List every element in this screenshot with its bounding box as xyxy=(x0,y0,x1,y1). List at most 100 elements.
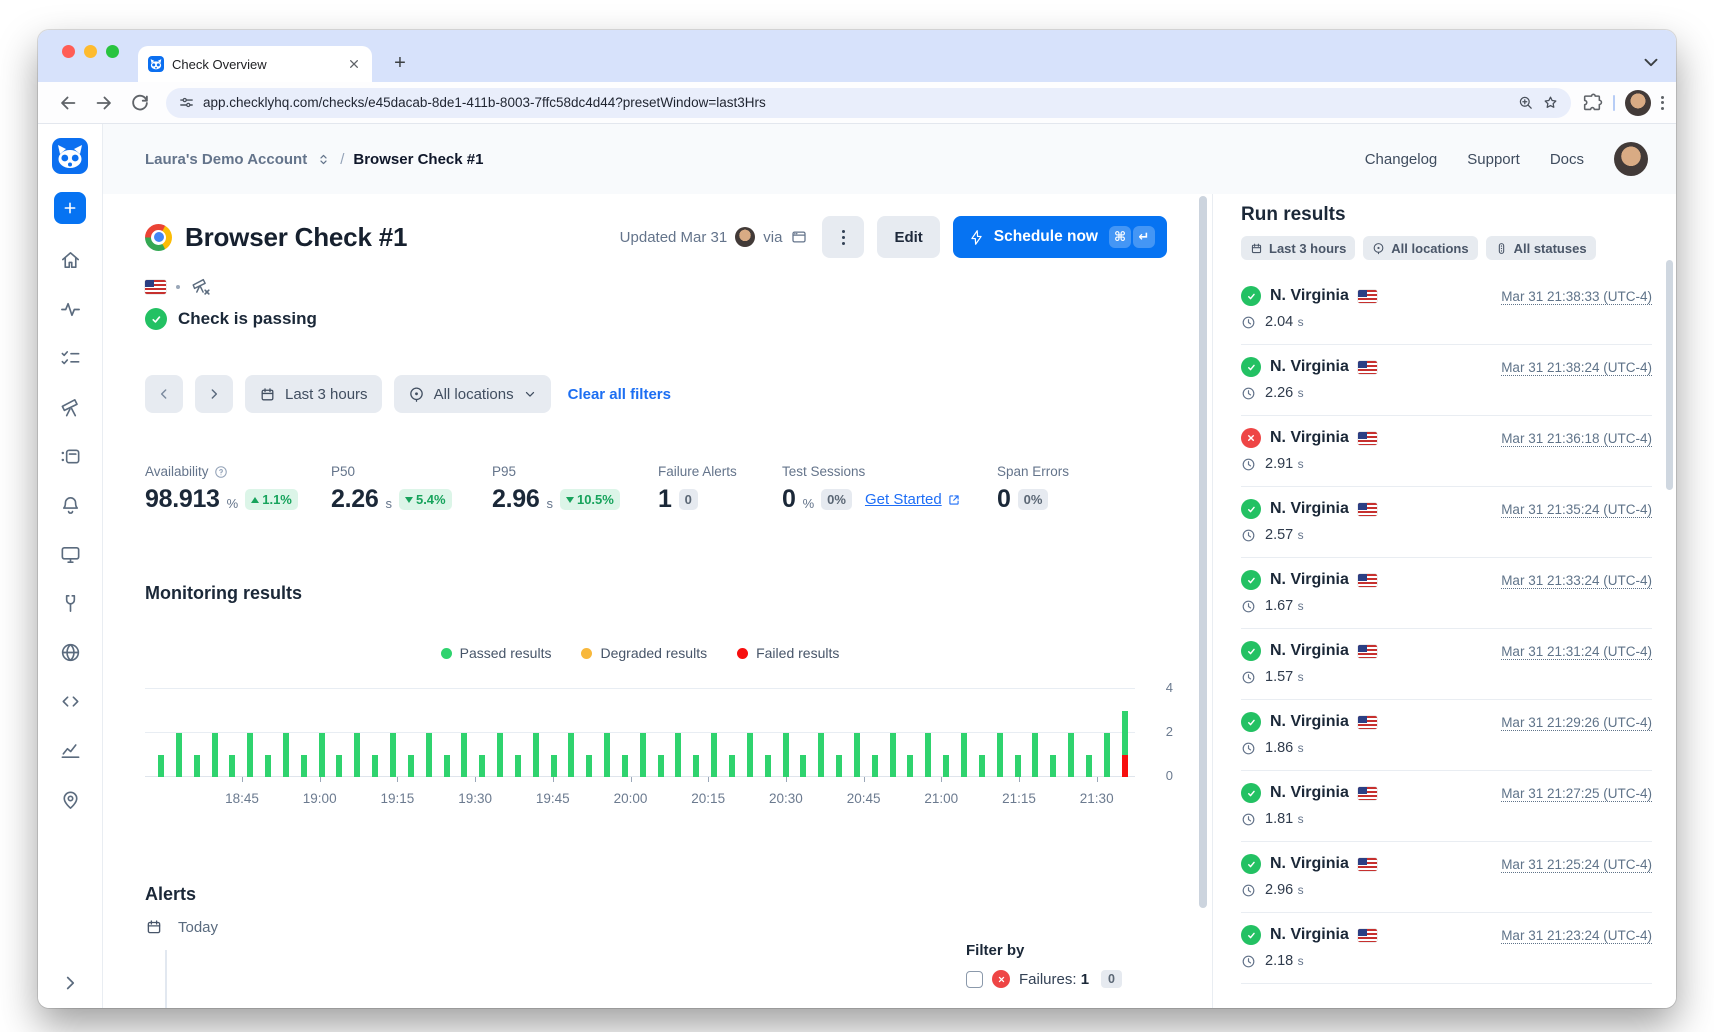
run-timestamp-link[interactable]: Mar 31 21:31:24 (UTC-4) xyxy=(1501,644,1652,659)
account-switcher-icon[interactable] xyxy=(316,152,331,167)
stat-p50: P50 2.26 s 5.4% xyxy=(331,464,452,514)
user-avatar[interactable] xyxy=(1614,142,1648,176)
main-scrollbar-thumb[interactable] xyxy=(1199,196,1207,908)
nav-docs[interactable]: Docs xyxy=(1550,151,1584,168)
minimize-window-button[interactable] xyxy=(84,45,97,58)
run-result-item[interactable]: N. Virginia Mar 31 21:33:24 (UTC-4) 1.67… xyxy=(1241,558,1652,629)
failures-checkbox[interactable] xyxy=(966,971,983,988)
run-result-item[interactable]: N. Virginia Mar 31 21:27:25 (UTC-4) 1.81… xyxy=(1241,771,1652,842)
sidebar-item-dashboards[interactable] xyxy=(50,534,90,574)
sidebar-item-snippets[interactable] xyxy=(50,681,90,721)
run-result-item[interactable]: N. Virginia Mar 31 21:23:24 (UTC-4) 2.18… xyxy=(1241,913,1652,984)
next-page-button[interactable] xyxy=(195,375,233,413)
nav-changelog[interactable]: Changelog xyxy=(1365,151,1438,168)
x-tick-mark xyxy=(786,777,787,782)
nav-support[interactable]: Support xyxy=(1467,151,1520,168)
run-result-item[interactable]: N. Virginia Mar 31 21:38:24 (UTC-4) 2.26… xyxy=(1241,345,1652,416)
bookmark-star-icon[interactable] xyxy=(1542,94,1559,111)
run-duration: 1.86 xyxy=(1265,740,1293,756)
browser-tab[interactable]: Check Overview xyxy=(138,46,372,82)
breadcrumb-account[interactable]: Laura's Demo Account xyxy=(145,151,307,168)
browser-profile-avatar[interactable] xyxy=(1625,90,1651,116)
breadcrumb: Laura's Demo Account / Browser Check #1 xyxy=(145,151,483,168)
run-timestamp-link[interactable]: Mar 31 21:38:24 (UTC-4) xyxy=(1501,360,1652,375)
prev-page-button[interactable] xyxy=(145,375,183,413)
site-info-icon[interactable] xyxy=(178,94,195,111)
sidebar-item-insights[interactable] xyxy=(50,730,90,770)
close-window-button[interactable] xyxy=(62,45,75,58)
monitoring-results-title: Monitoring results xyxy=(145,583,302,604)
run-timestamp-link[interactable]: Mar 31 21:38:33 (UTC-4) xyxy=(1501,289,1652,304)
extensions-puzzle-icon[interactable] xyxy=(1581,92,1603,114)
time-range-filter[interactable]: Last 3 hours xyxy=(245,375,382,413)
schedule-now-button[interactable]: Schedule now ⌘ ↵ xyxy=(953,216,1167,258)
browser-menu-icon[interactable] xyxy=(1661,96,1664,110)
sidebar-item-home[interactable] xyxy=(50,240,90,280)
run-timestamp-link[interactable]: Mar 31 21:36:18 (UTC-4) xyxy=(1501,431,1652,446)
run-filter-locations[interactable]: All locations xyxy=(1363,236,1477,260)
stat-unit: % xyxy=(227,496,239,511)
x-axis-label: 19:00 xyxy=(303,791,337,806)
edit-button[interactable]: Edit xyxy=(877,216,939,258)
run-result-item[interactable]: N. Virginia Mar 31 21:31:24 (UTC-4) 1.57… xyxy=(1241,629,1652,700)
address-bar[interactable]: app.checklyhq.com/checks/e45dacab-8de1-4… xyxy=(166,88,1571,118)
locations-filter[interactable]: All locations xyxy=(394,375,551,413)
tab-search-chevron-icon[interactable] xyxy=(1640,51,1662,73)
run-timestamp-link[interactable]: Mar 31 21:23:24 (UTC-4) xyxy=(1501,928,1652,943)
run-duration: 1.67 xyxy=(1265,598,1293,614)
zoom-page-icon[interactable] xyxy=(1517,94,1534,111)
new-tab-button[interactable]: + xyxy=(388,51,412,75)
run-timestamp-link[interactable]: Mar 31 21:33:24 (UTC-4) xyxy=(1501,573,1652,588)
run-result-item[interactable]: N. Virginia Mar 31 21:25:24 (UTC-4) 2.96… xyxy=(1241,842,1652,913)
run-result-item[interactable]: N. Virginia Mar 31 21:29:26 (UTC-4) 1.86… xyxy=(1241,700,1652,771)
forward-icon[interactable] xyxy=(93,92,115,114)
back-icon[interactable] xyxy=(57,92,79,114)
run-timestamp-link[interactable]: Mar 31 21:25:24 (UTC-4) xyxy=(1501,857,1652,872)
run-timestamp-link[interactable]: Mar 31 21:27:25 (UTC-4) xyxy=(1501,786,1652,801)
x-axis-label: 21:00 xyxy=(924,791,958,806)
sidebar-item-activity[interactable] xyxy=(50,289,90,329)
sidebar-item-locations[interactable] xyxy=(50,779,90,819)
chart-bars xyxy=(158,688,1128,777)
run-timestamp-link[interactable]: Mar 31 21:29:26 (UTC-4) xyxy=(1501,715,1652,730)
chart-bar xyxy=(1122,711,1128,777)
sidebar-item-checks[interactable] xyxy=(50,338,90,378)
chart-bar xyxy=(979,755,985,777)
tab-close-icon[interactable] xyxy=(346,56,362,72)
get-started-link[interactable]: Get Started xyxy=(865,491,961,508)
legend-failed[interactable]: Failed results xyxy=(737,645,839,661)
delta-badge-down: 5.4% xyxy=(399,489,452,510)
create-button[interactable] xyxy=(54,192,86,224)
x-axis-label: 20:30 xyxy=(769,791,803,806)
sidebar-item-alerts-bell[interactable] xyxy=(50,485,90,525)
external-link-icon xyxy=(947,493,961,507)
x-tick-mark xyxy=(941,777,942,782)
sidebar-item-private-locations[interactable] xyxy=(50,632,90,672)
run-filter-time[interactable]: Last 3 hours xyxy=(1241,236,1355,260)
run-result-item[interactable]: N. Virginia Mar 31 21:36:18 (UTC-4) 2.91… xyxy=(1241,416,1652,487)
run-timestamp-link[interactable]: Mar 31 21:35:24 (UTC-4) xyxy=(1501,502,1652,517)
tab-strip: Check Overview + xyxy=(38,30,1676,82)
legend-degraded[interactable]: Degraded results xyxy=(581,645,707,661)
legend-passed[interactable]: Passed results xyxy=(441,645,552,661)
info-icon[interactable] xyxy=(214,465,228,479)
run-location: N. Virginia xyxy=(1270,358,1349,376)
run-results-scrollbar-thumb[interactable] xyxy=(1666,260,1673,490)
sidebar-item-telescope[interactable] xyxy=(50,387,90,427)
more-options-button[interactable] xyxy=(822,216,864,258)
run-filter-statuses[interactable]: All statuses xyxy=(1486,236,1596,260)
run-result-item[interactable]: N. Virginia Mar 31 21:38:33 (UTC-4) 2.04… xyxy=(1241,274,1652,345)
run-results-list: N. Virginia Mar 31 21:38:33 (UTC-4) 2.04… xyxy=(1241,274,1652,984)
run-duration: 1.81 xyxy=(1265,811,1293,827)
zoom-window-button[interactable] xyxy=(106,45,119,58)
chart-bar xyxy=(497,733,503,777)
stat-test-sessions: Test Sessions 0 % 0% Get Started xyxy=(782,464,961,514)
sidebar-expand-icon[interactable] xyxy=(59,972,81,994)
sidebar-item-runner[interactable] xyxy=(50,436,90,476)
x-tick-mark xyxy=(320,777,321,782)
checkly-logo[interactable] xyxy=(52,138,88,174)
clear-all-filters-link[interactable]: Clear all filters xyxy=(568,386,671,403)
reload-icon[interactable] xyxy=(129,92,151,114)
run-result-item[interactable]: N. Virginia Mar 31 21:35:24 (UTC-4) 2.57… xyxy=(1241,487,1652,558)
sidebar-item-maintenance[interactable] xyxy=(50,583,90,623)
